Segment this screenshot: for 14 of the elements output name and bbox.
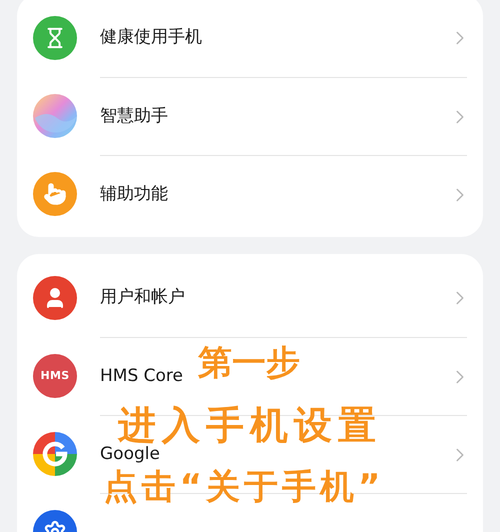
hourglass-icon [33, 16, 77, 60]
item-label: 健康使用手机 [100, 26, 203, 50]
pointing-hand-icon [33, 172, 77, 216]
item-label: HMS Core [100, 364, 184, 388]
annotation-text: 点击“关于手机” [104, 466, 384, 509]
orb-icon [33, 94, 77, 138]
item-label: 辅助功能 [100, 182, 169, 206]
user-icon [33, 276, 77, 320]
item-label: Google [100, 444, 161, 466]
annotation-text: 第一步 [198, 342, 300, 385]
item-label: 智慧助手 [100, 104, 169, 128]
google-logo-icon [33, 432, 77, 476]
item-label: 用户和帐户 [100, 286, 186, 310]
hms-icon: HMS [33, 354, 77, 398]
